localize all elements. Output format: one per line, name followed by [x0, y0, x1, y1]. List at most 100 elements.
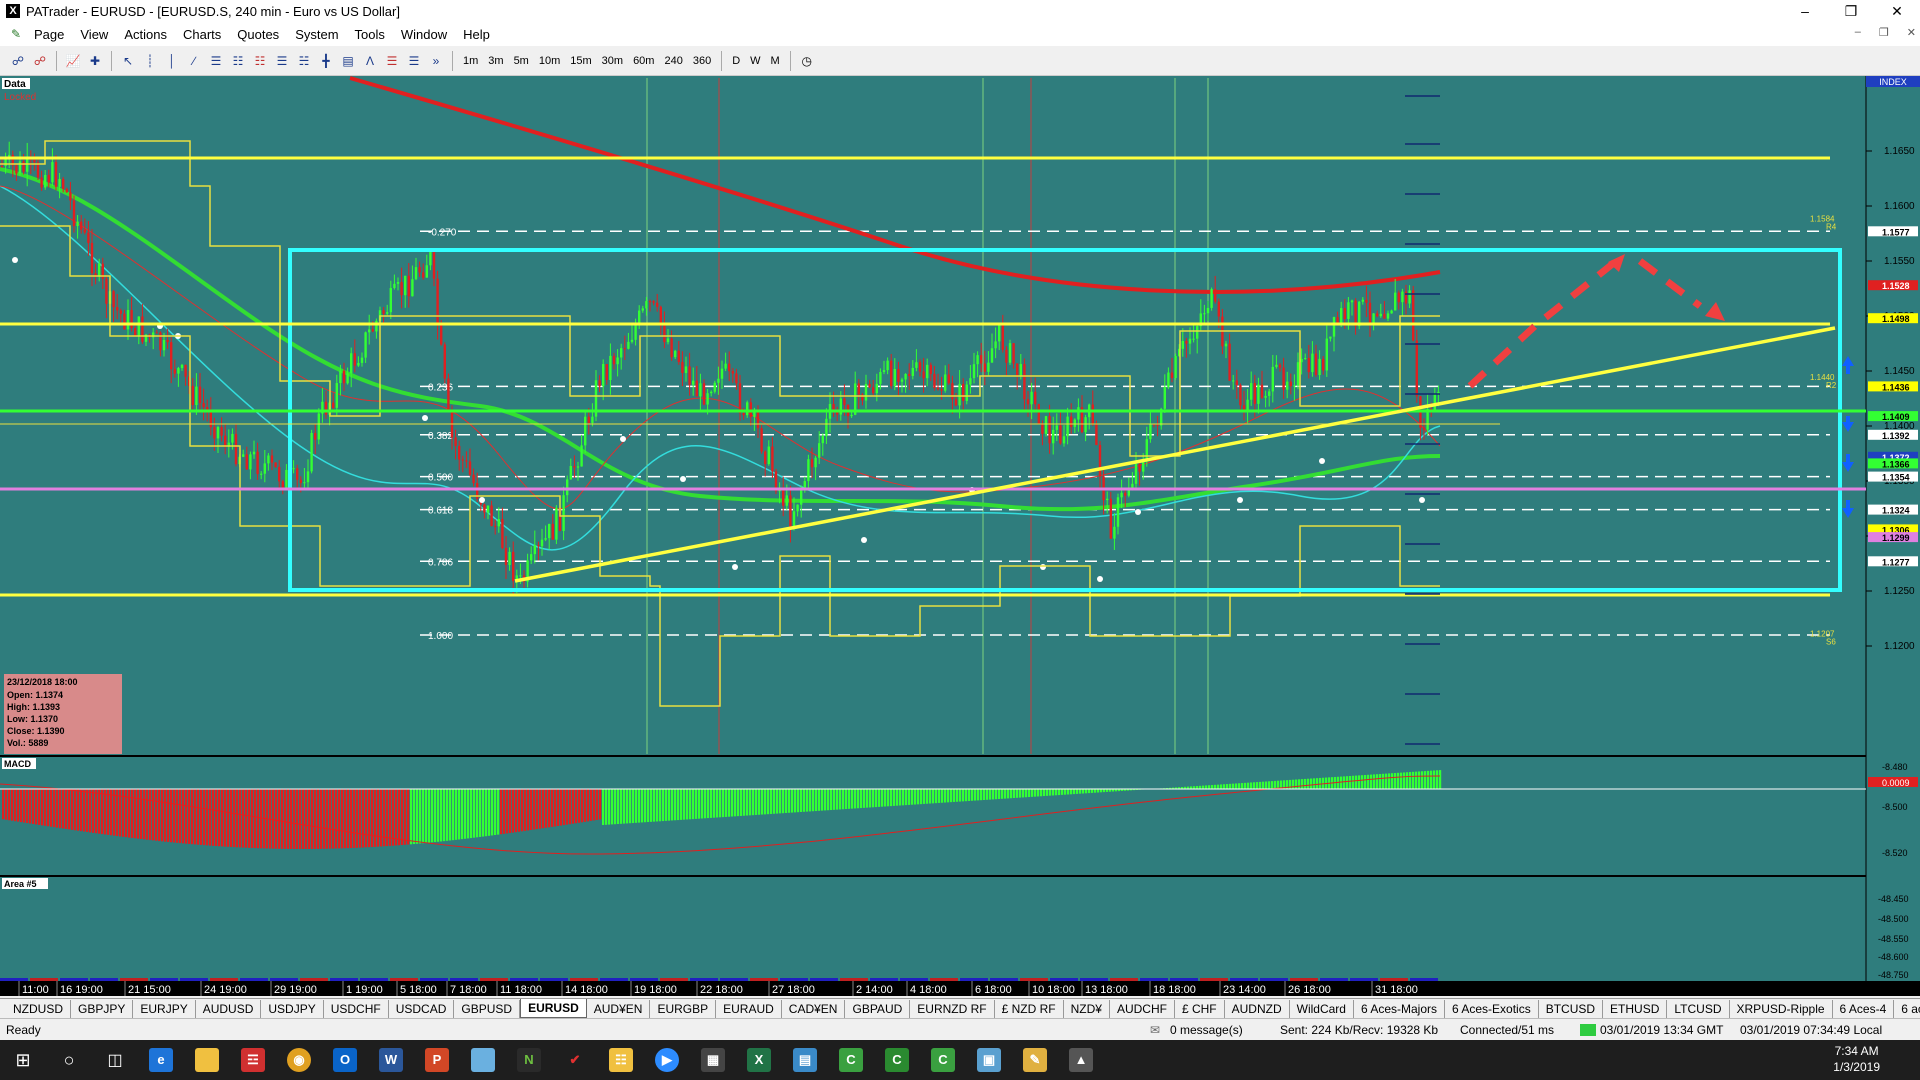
unlink-icon[interactable]: ☍: [30, 51, 50, 71]
rectangle-icon[interactable]: ▤: [338, 51, 358, 71]
menu-system[interactable]: System: [287, 27, 346, 42]
timeframe-60m[interactable]: 60m: [629, 55, 658, 67]
symbol-tab[interactable]: EURGBP: [650, 999, 717, 1018]
search-icon[interactable]: ○: [46, 1040, 92, 1080]
word-icon[interactable]: W: [368, 1040, 414, 1080]
start-icon[interactable]: ⊞: [0, 1040, 46, 1080]
price-panel[interactable]: [0, 76, 1866, 756]
symbol-tab[interactable]: EURNZD RF: [910, 999, 995, 1018]
cycle-lines-icon[interactable]: ╋: [316, 51, 336, 71]
symbol-tab[interactable]: £ CHF: [1175, 999, 1225, 1018]
mdi-minimize-button[interactable]: –: [1855, 26, 1861, 39]
menu-quotes[interactable]: Quotes: [229, 27, 287, 42]
symbol-tab[interactable]: EURUSD: [520, 999, 587, 1018]
text-tool-icon[interactable]: Λ: [360, 51, 380, 71]
symbol-tab[interactable]: 6 Aces-4: [1833, 999, 1895, 1018]
symbol-tab[interactable]: 6 Aces-Exotics: [1445, 999, 1539, 1018]
photos-icon[interactable]: ▲: [1058, 1040, 1104, 1080]
symbol-tab[interactable]: USDCAD: [389, 999, 455, 1018]
symbol-tab[interactable]: USDCHF: [324, 999, 389, 1018]
symbol-tab[interactable]: AUD¥EN: [587, 999, 651, 1018]
camtasia-editor-icon[interactable]: C: [920, 1040, 966, 1080]
menu-view[interactable]: View: [72, 27, 116, 42]
symbol-tab[interactable]: 6 aces 2: [1894, 1000, 1920, 1018]
timeframe-3m[interactable]: 3m: [484, 55, 507, 67]
screenshot-icon[interactable]: ▣: [966, 1040, 1012, 1080]
timeframe-360[interactable]: 360: [689, 55, 715, 67]
symbol-tab[interactable]: GBPAUD: [845, 999, 911, 1018]
maximize-button[interactable]: ❐: [1828, 0, 1874, 22]
timeframe-5m[interactable]: 5m: [510, 55, 533, 67]
timeframe-w[interactable]: W: [746, 55, 764, 67]
monitor-icon[interactable]: ▤: [782, 1040, 828, 1080]
horizontal-line-icon[interactable]: ┊: [140, 51, 160, 71]
menu-help[interactable]: Help: [455, 27, 498, 42]
mdi-close-button[interactable]: ✕: [1907, 26, 1916, 39]
calculator-icon[interactable]: ▦: [690, 1040, 736, 1080]
trading-app-icon[interactable]: N: [506, 1040, 552, 1080]
pointer-icon[interactable]: ↖: [118, 51, 138, 71]
symbol-tab[interactable]: AUDNZD: [1225, 999, 1290, 1018]
gann-fan-icon[interactable]: ☰: [272, 51, 292, 71]
crosshair-icon[interactable]: ✚: [85, 51, 105, 71]
close-button[interactable]: ✕: [1874, 0, 1920, 22]
levels-icon[interactable]: ☰: [404, 51, 424, 71]
symbol-tab[interactable]: AUDUSD: [196, 999, 262, 1018]
fib-extension-icon[interactable]: ☷: [250, 51, 270, 71]
label-icon[interactable]: ☰: [382, 51, 402, 71]
speed-lines-icon[interactable]: ☵: [294, 51, 314, 71]
minimize-button[interactable]: –: [1782, 0, 1828, 22]
camtasia-icon[interactable]: C: [828, 1040, 874, 1080]
mdi-restore-button[interactable]: ❐: [1879, 26, 1889, 39]
symbol-tab[interactable]: 6 Aces-Majors: [1354, 999, 1445, 1018]
taskbar-clock[interactable]: 7:34 AM 1/3/2019: [1833, 1043, 1880, 1075]
menu-window[interactable]: Window: [393, 27, 455, 42]
symbol-tab[interactable]: ETHUSD: [1603, 999, 1668, 1018]
file-explorer-icon[interactable]: [184, 1040, 230, 1080]
vertical-line-icon[interactable]: │: [162, 51, 182, 71]
symbol-tab[interactable]: LTCUSD: [1667, 999, 1730, 1018]
paint-icon[interactable]: ✎: [1012, 1040, 1058, 1080]
symbol-tab[interactable]: CAD¥EN: [782, 999, 846, 1018]
symbol-tab[interactable]: XRPUSD-Ripple: [1730, 999, 1833, 1018]
mail-icon[interactable]: ✉: [1150, 1023, 1170, 1037]
symbol-tab[interactable]: £ NZD RF: [995, 999, 1064, 1018]
chart-area[interactable]: -0.270 0.236 0.382 0.500 0.618 0.786 1.000: [0, 76, 1920, 996]
timeframe-30m[interactable]: 30m: [598, 55, 627, 67]
menu-charts[interactable]: Charts: [175, 27, 229, 42]
fibonacci-icon[interactable]: ☷: [228, 51, 248, 71]
excel-icon[interactable]: X: [736, 1040, 782, 1080]
powerpoint-icon[interactable]: P: [414, 1040, 460, 1080]
chrome-icon[interactable]: ◉: [276, 1040, 322, 1080]
symbol-tab[interactable]: EURJPY: [133, 999, 196, 1018]
symbol-tab[interactable]: EURAUD: [716, 999, 782, 1018]
red-app-icon[interactable]: ✔: [552, 1040, 598, 1080]
add-indicator-icon[interactable]: 📈: [63, 51, 83, 71]
link-icon[interactable]: ☍: [8, 51, 28, 71]
page-chart-icon[interactable]: ✎: [6, 24, 26, 44]
timeframe-10m[interactable]: 10m: [535, 55, 564, 67]
zoom-icon[interactable]: ▶: [644, 1040, 690, 1080]
channel-icon[interactable]: ☰: [206, 51, 226, 71]
notes-icon[interactable]: [460, 1040, 506, 1080]
timeframe-240[interactable]: 240: [660, 55, 686, 67]
timeframe-m[interactable]: M: [767, 55, 784, 67]
symbol-tab[interactable]: GBPUSD: [454, 999, 521, 1018]
more-tools-icon[interactable]: »: [426, 51, 446, 71]
task-view-icon[interactable]: ◫: [92, 1040, 138, 1080]
symbol-tab[interactable]: WildCard: [1290, 999, 1354, 1018]
timeframe-15m[interactable]: 15m: [566, 55, 595, 67]
clock-icon[interactable]: ◷: [797, 51, 817, 71]
symbol-tab[interactable]: AUDCHF: [1110, 999, 1175, 1018]
menu-actions[interactable]: Actions: [116, 27, 175, 42]
timeframe-d[interactable]: D: [728, 55, 744, 67]
trendline-icon[interactable]: ∕: [184, 51, 204, 71]
patrader-icon[interactable]: ☲: [230, 1040, 276, 1080]
symbol-tab[interactable]: NZDUSD: [6, 999, 71, 1018]
symbol-tab[interactable]: GBPJPY: [71, 999, 134, 1018]
symbol-tab[interactable]: USDJPY: [261, 999, 324, 1018]
symbol-tab[interactable]: NZD¥: [1064, 999, 1110, 1018]
charts-folder-icon[interactable]: ☷: [598, 1040, 644, 1080]
camtasia-recorder-icon[interactable]: C: [874, 1040, 920, 1080]
edge-icon[interactable]: e: [138, 1040, 184, 1080]
